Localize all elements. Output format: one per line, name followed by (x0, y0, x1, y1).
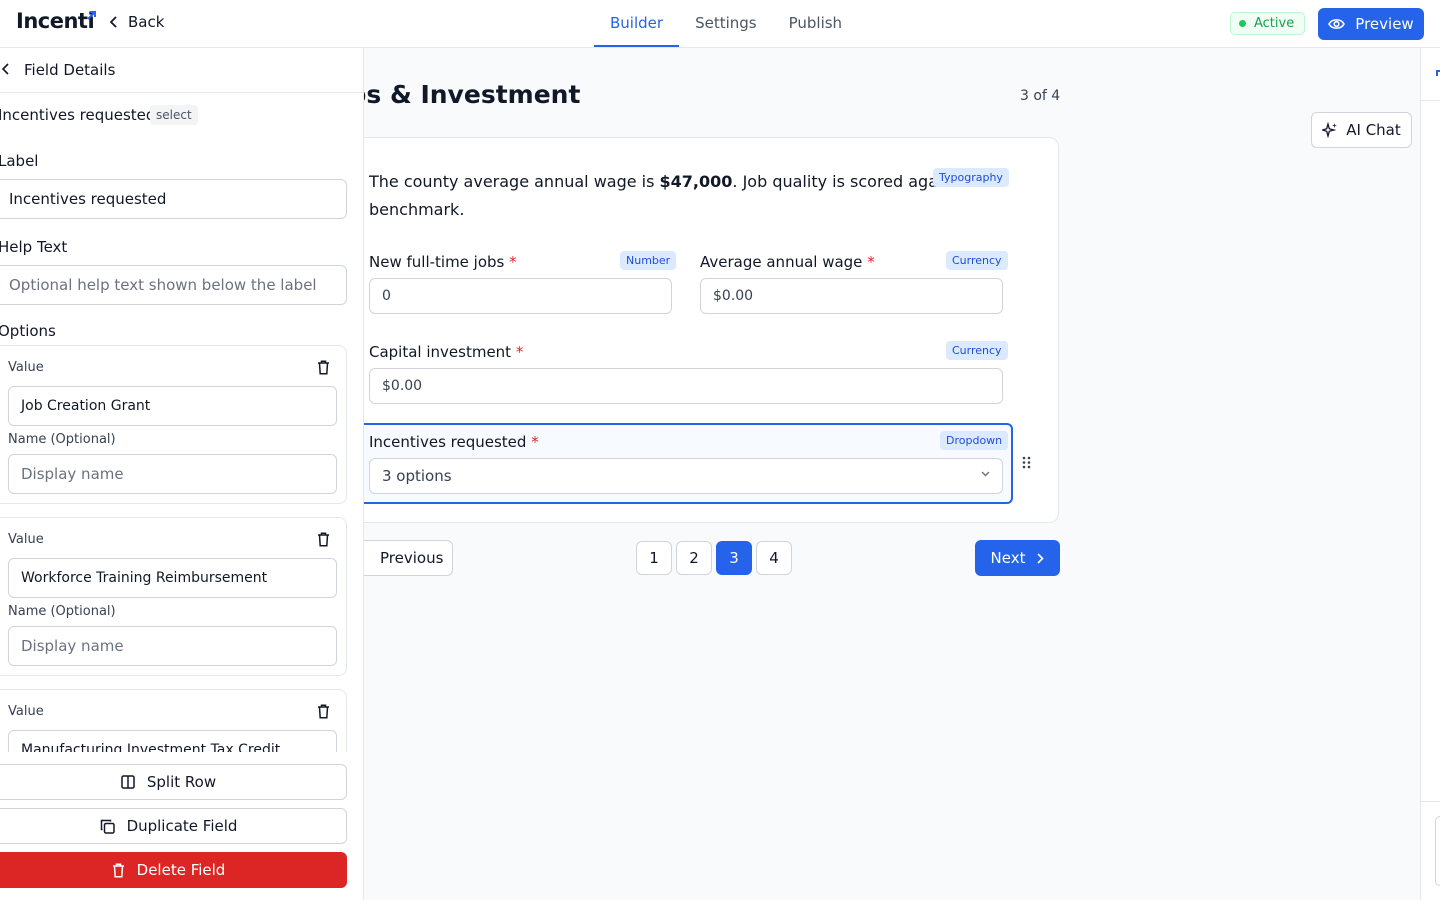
chevron-left-icon[interactable] (2, 63, 10, 75)
field-details-title: Field Details (24, 61, 116, 79)
number-badge: Number (620, 251, 677, 270)
sparkles-icon (1322, 122, 1338, 138)
page-button-1[interactable]: 1 (636, 541, 672, 575)
field-details-panel: Field Details Incentives requested selec… (0, 48, 364, 900)
trash-icon (112, 863, 124, 878)
option-value-label: Value (8, 704, 44, 719)
trash-icon[interactable] (317, 532, 330, 547)
options-list[interactable]: Value Job Creation Grant Name (Optional)… (0, 344, 363, 752)
ai-chat-label: AI Chat (1346, 121, 1401, 139)
options-heading: Options (0, 322, 56, 340)
chevron-down-icon (981, 471, 990, 477)
field-actions: Split Row Duplicate Field Delete Field (0, 752, 363, 900)
chevron-right-icon (1037, 552, 1045, 564)
right-rail (1420, 48, 1440, 900)
pager: Previous 1 2 3 4 Next (364, 540, 1060, 576)
drag-handle-icon[interactable] (1022, 456, 1031, 469)
option-value-label: Value (8, 532, 44, 547)
typography-text: The county average annual wage is (369, 172, 660, 191)
page-button-2[interactable]: 2 (676, 541, 712, 575)
page-button-4[interactable]: 4 (756, 541, 792, 575)
label-heading: Label (0, 152, 39, 170)
tab-settings[interactable]: Settings (679, 0, 773, 47)
dropdown-badge: Dropdown (940, 431, 1009, 450)
page-button-3[interactable]: 3 (716, 541, 752, 575)
status-label: Active (1254, 16, 1295, 31)
form-page-card: The county average annual wage is $47,00… (364, 137, 1059, 523)
main-tabs: Builder Settings Publish (594, 0, 858, 48)
brand-logo: Incenti (16, 9, 95, 33)
label-input[interactable]: Incentives requested (0, 179, 347, 219)
trash-icon[interactable] (317, 704, 330, 719)
wage-input[interactable]: $0.00 (700, 278, 1003, 314)
eye-icon (1328, 19, 1346, 29)
page-counter: 3 of 4 (1020, 88, 1061, 104)
top-bar: Incenti Back Builder Settings Publish Ac… (0, 0, 1440, 48)
status-dot-icon (1239, 20, 1246, 27)
help-text-heading: Help Text (0, 238, 68, 256)
preview-button[interactable]: Preview (1318, 8, 1424, 40)
option-value-input[interactable]: Job Creation Grant (8, 386, 337, 426)
option-value-label: Value (8, 360, 44, 375)
delete-field-label: Delete Field (136, 861, 226, 879)
tab-publish[interactable]: Publish (773, 0, 858, 47)
capital-field-label: Capital investment * (369, 343, 524, 361)
split-row-label: Split Row (146, 773, 217, 791)
option-card: Value Workforce Training Reimbursement N… (0, 517, 347, 676)
back-button[interactable]: Back (110, 13, 164, 31)
jobs-input[interactable]: 0 (369, 278, 672, 314)
logo-mark-icon (87, 11, 96, 20)
page-title-clip: Jobs & Investment (364, 70, 864, 120)
previous-button[interactable]: Previous (364, 540, 453, 576)
option-name-label: Name (Optional) (8, 604, 116, 619)
jobs-field-label: New full-time jobs * (369, 253, 517, 271)
duplicate-field-button[interactable]: Duplicate Field (0, 808, 347, 844)
typography-block[interactable]: The county average annual wage is $47,00… (369, 168, 939, 224)
columns-icon (121, 775, 135, 789)
chevron-left-icon (110, 16, 117, 28)
option-name-label: Name (Optional) (8, 432, 116, 447)
option-name-input[interactable]: Display name (8, 454, 337, 494)
preview-label: Preview (1355, 15, 1414, 33)
typography-text: . Job quality is scored against this (732, 172, 936, 191)
option-card: Value Job Creation Grant Name (Optional)… (0, 345, 347, 504)
page-title: Jobs & Investment (364, 80, 581, 109)
select-value: 3 options (382, 467, 452, 485)
wage-field-label: Average annual wage * (700, 253, 875, 271)
typography-badge: Typography (933, 168, 1009, 187)
rail-panel-handle[interactable] (1435, 816, 1440, 886)
currency-badge: Currency (946, 341, 1008, 360)
back-label: Back (128, 13, 165, 31)
field-details-header: Field Details (0, 48, 363, 93)
tab-builder[interactable]: Builder (594, 0, 680, 47)
ai-chat-button[interactable]: AI Chat (1311, 112, 1412, 148)
status-badge: Active (1230, 12, 1306, 35)
option-card: Value Manufacturing Investment Tax Credi… (0, 689, 347, 752)
incentives-field-label: Incentives requested * (369, 433, 539, 451)
copy-icon (100, 819, 115, 834)
next-label: Next (990, 549, 1026, 567)
currency-badge: Currency (946, 251, 1008, 270)
delete-field-button[interactable]: Delete Field (0, 852, 347, 888)
split-row-button[interactable]: Split Row (0, 764, 347, 800)
capital-input[interactable]: $0.00 (369, 368, 1003, 404)
selected-field-name: Incentives requested (0, 106, 156, 124)
option-value-input[interactable]: Manufacturing Investment Tax Credit (8, 730, 337, 752)
trash-icon[interactable] (317, 360, 330, 375)
option-value-input[interactable]: Workforce Training Reimbursement (8, 558, 337, 598)
typography-bold-text: $47,000 (659, 172, 733, 191)
duplicate-field-label: Duplicate Field (126, 817, 238, 835)
incentives-select[interactable]: 3 options (369, 458, 1003, 494)
field-type-badge: select (150, 105, 198, 125)
collapse-icon[interactable] (1436, 70, 1440, 76)
next-button[interactable]: Next (975, 540, 1060, 576)
help-text-input[interactable]: Optional help text shown below the label (0, 265, 347, 305)
option-name-input[interactable]: Display name (8, 626, 337, 666)
typography-text: benchmark. (369, 200, 465, 219)
